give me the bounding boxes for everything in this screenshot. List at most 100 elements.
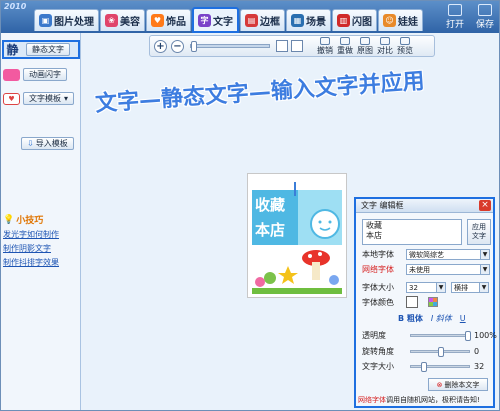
- template-row: ♥ 文字模板 ▾: [3, 92, 75, 105]
- italic-toggle[interactable]: I 斜体: [431, 313, 452, 324]
- zoom-slider[interactable]: [190, 41, 270, 52]
- apply-text-button[interactable]: 应用 文字: [467, 219, 491, 245]
- web-font-notice: 网络字体调用自随机网站，极积请告知!: [358, 396, 480, 404]
- left-sidebar: 静 静态文字 动画闪字 ♥ 文字模板 ▾ ⇩ 导入模板 💡 小技巧 发光字如何制作 制…: [1, 33, 81, 410]
- doll-icon: ☺: [383, 14, 396, 27]
- animated-text-button[interactable]: 动画闪字: [23, 68, 67, 81]
- zoom-slider-knob[interactable]: [191, 41, 197, 52]
- import-row: ⇩ 导入模板: [21, 137, 74, 150]
- import-template-button[interactable]: ⇩ 导入模板: [21, 137, 74, 150]
- template-dropdown[interactable]: 文字模板 ▾: [23, 92, 75, 105]
- scene-icon: ▦: [291, 14, 304, 27]
- mushroom-spot: [318, 252, 322, 256]
- delete-text-button[interactable]: ⊗ 删除本文字: [428, 378, 488, 391]
- sun-face: [310, 209, 340, 239]
- close-button[interactable]: ×: [479, 200, 491, 211]
- tab-text[interactable]: 字文字: [192, 7, 239, 33]
- local-font-row: 本地字体 微软简综艺 ▼: [362, 249, 490, 260]
- top-bar: 2010 ▣ 图片处理 ❀ 美容 ♥ 饰品 字文字 ▤ 边框 ▦ 场景 ▥ 闪图 ☺ 娃娃 打…: [1, 1, 499, 33]
- static-text-row[interactable]: 静 静态文字: [2, 40, 80, 59]
- tab-flash[interactable]: ▥ 闪图: [332, 9, 377, 31]
- static-char: 静: [6, 43, 19, 57]
- compare-button[interactable]: 对比: [375, 36, 395, 56]
- animated-text-row: 动画闪字: [3, 68, 67, 81]
- text-size-slider[interactable]: [410, 362, 470, 372]
- redo-icon: [340, 36, 350, 45]
- text-icon: 字: [198, 13, 211, 27]
- preview-button[interactable]: 预览: [395, 36, 415, 56]
- fit-icon[interactable]: [276, 40, 288, 52]
- redo-button[interactable]: 重做: [335, 36, 355, 56]
- tab-doll[interactable]: ☺ 娃娃: [378, 9, 423, 31]
- zoom-in-button[interactable]: +: [154, 39, 167, 53]
- chevron-down-icon: ▼: [480, 250, 489, 259]
- original-icon: [360, 36, 370, 45]
- top-right-actions: 打开 保存: [445, 4, 495, 30]
- flower-shape: [264, 272, 276, 284]
- opacity-row: 透明度 100%: [362, 331, 497, 341]
- style-row: B 粗体 I 斜体 U: [398, 313, 466, 324]
- canvas-text-line2: 本店: [255, 221, 285, 239]
- sun-eye: [318, 220, 322, 224]
- zoom-out-button[interactable]: −: [171, 39, 184, 53]
- text-size-row: 文字大小 32: [362, 362, 485, 372]
- edit-toolbar: + − 撤销 重做 原图 对比 预览: [149, 35, 435, 57]
- text-editor-panel: 文字 编辑框 × 收藏 本店 应用 文字 本地字体 微软简综艺 ▼ 网络字体 未使用…: [354, 197, 497, 408]
- folder-icon: [448, 4, 462, 16]
- lightbulb-icon: 💡: [3, 214, 15, 225]
- tip-link-shake[interactable]: 制作抖排字效果: [3, 257, 81, 268]
- editor-title-bar: 文字 编辑框 ×: [356, 199, 493, 213]
- palette-icon[interactable]: [428, 297, 438, 307]
- opacity-slider[interactable]: [410, 331, 471, 341]
- text-cursor-handle: [294, 182, 296, 196]
- open-button[interactable]: 打开: [445, 4, 465, 30]
- web-font-select[interactable]: 未使用 ▼: [406, 264, 490, 275]
- tab-decoration[interactable]: ♥ 饰品: [146, 9, 191, 31]
- local-font-select[interactable]: 微软简综艺 ▼: [406, 249, 490, 260]
- tab-image-processing[interactable]: ▣ 图片处理: [34, 9, 99, 31]
- opacity-slider-knob[interactable]: [465, 331, 471, 341]
- underline-toggle[interactable]: U: [460, 314, 466, 323]
- mushroom-stem: [312, 262, 320, 280]
- rotate-row: 旋转角度 0: [362, 347, 480, 357]
- undo-button[interactable]: 撤销: [315, 36, 335, 56]
- tutorial-caption: 文字—静态文字—输入文字并应用: [94, 68, 426, 117]
- tips-section: 💡 小技巧 发光字如何制作 制作阴影文字 制作抖排字效果: [3, 213, 81, 268]
- font-size-select[interactable]: 32 ▼: [406, 282, 446, 293]
- bold-toggle[interactable]: B 粗体: [398, 313, 423, 324]
- save-button[interactable]: 保存: [475, 4, 495, 30]
- compare-icon: [380, 36, 390, 45]
- static-text-button[interactable]: 静态文字: [26, 43, 70, 56]
- chevron-down-icon: ▾: [64, 94, 69, 103]
- sun-eye: [328, 220, 332, 224]
- animated-text-icon: [3, 68, 20, 81]
- text-size-slider-knob[interactable]: [421, 362, 427, 372]
- beauty-icon: ❀: [105, 14, 118, 27]
- canvas-artwork: 收藏 本店: [252, 182, 342, 294]
- tab-frame[interactable]: ▤ 边框: [240, 9, 285, 31]
- chevron-down-icon: ▼: [479, 283, 488, 292]
- tab-beauty[interactable]: ❀ 美容: [100, 9, 145, 31]
- mushroom-spot: [308, 254, 312, 258]
- image-canvas[interactable]: 收藏 本店: [247, 173, 347, 298]
- text-input-area[interactable]: 收藏 本店: [362, 219, 462, 245]
- app-window: 2010 ▣ 图片处理 ❀ 美容 ♥ 饰品 字文字 ▤ 边框 ▦ 场景 ▥ 闪图 ☺ 娃娃 打…: [0, 0, 500, 411]
- orientation-select[interactable]: 横排 ▼: [451, 282, 489, 293]
- chevron-down-icon: ▼: [480, 265, 489, 274]
- font-color-row: 字体颜色: [362, 296, 438, 308]
- tips-title: 💡 小技巧: [3, 214, 44, 227]
- rotate-slider[interactable]: [410, 347, 470, 357]
- image-icon: ▣: [39, 14, 52, 27]
- flash-icon: ▥: [337, 14, 350, 27]
- canvas-text-line1: 收藏: [255, 196, 285, 214]
- chevron-down-icon: ▼: [436, 283, 445, 292]
- tab-scene[interactable]: ▦ 场景: [286, 9, 331, 31]
- grass-strip: [252, 288, 342, 294]
- actual-size-icon[interactable]: [291, 40, 303, 52]
- tip-link-glow[interactable]: 发光字如何制作: [3, 229, 81, 240]
- original-button[interactable]: 原图: [355, 36, 375, 56]
- rotate-slider-knob[interactable]: [438, 347, 444, 357]
- tip-link-shadow[interactable]: 制作阴影文字: [3, 243, 81, 254]
- font-size-row: 字体大小 32 ▼ 横排 ▼: [362, 282, 489, 293]
- color-swatch[interactable]: [406, 296, 418, 308]
